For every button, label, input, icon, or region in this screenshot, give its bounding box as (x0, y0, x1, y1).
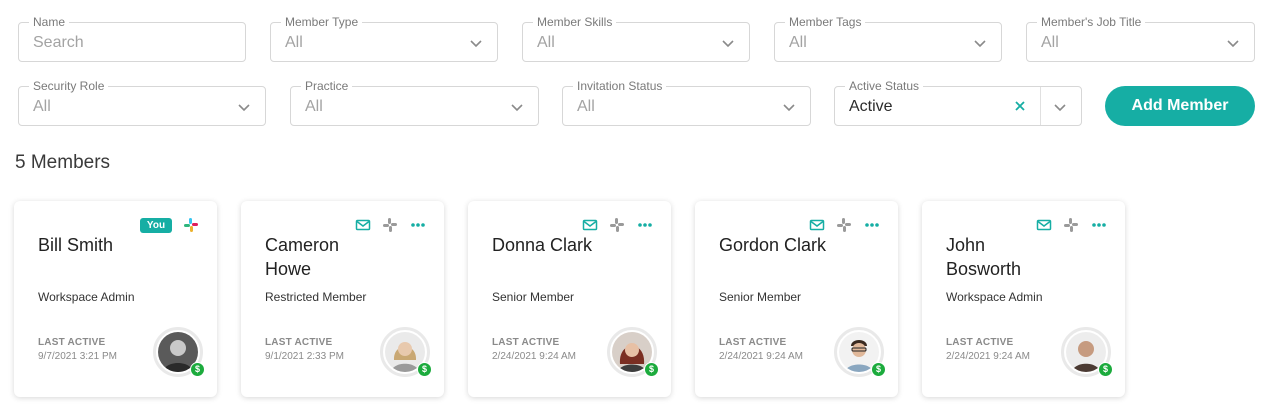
slack-icon[interactable] (183, 217, 199, 233)
member-type-value: All (285, 34, 303, 51)
member-skills-filter[interactable]: Member Skills All (522, 15, 750, 62)
member-card[interactable]: John Bosworth Workspace Admin LAST ACTIV… (922, 201, 1125, 397)
last-active-date: 9/7/2021 3:21 PM (38, 351, 117, 362)
member-role: Senior Member (492, 290, 575, 304)
member-name[interactable]: John Bosworth (946, 233, 1056, 281)
member-name[interactable]: Donna Clark (492, 233, 602, 257)
active-status-filter[interactable]: Active Status Active (834, 79, 1082, 126)
last-active-label: LAST ACTIVE (38, 337, 106, 348)
chevron-down-icon[interactable] (973, 36, 987, 50)
invitation-status-label: Invitation Status (573, 79, 667, 93)
more-icon[interactable] (410, 217, 426, 233)
member-tags-value: All (789, 34, 807, 51)
invitation-status-value: All (577, 98, 595, 115)
clear-icon[interactable] (1013, 99, 1027, 113)
billing-dollar-icon: $ (871, 362, 886, 377)
security-role-value: All (33, 98, 51, 115)
name-filter-label: Name (29, 15, 70, 29)
slack-icon[interactable] (609, 217, 625, 233)
more-icon[interactable] (1091, 217, 1107, 233)
billing-dollar-icon: $ (644, 362, 659, 377)
practice-filter[interactable]: Practice All (290, 79, 539, 126)
avatar[interactable]: $ (380, 327, 432, 377)
member-card[interactable]: You Bill Smith Workspace Admin LAST ACTI… (14, 201, 217, 397)
last-active-label: LAST ACTIVE (719, 337, 787, 348)
last-active-label: LAST ACTIVE (492, 337, 560, 348)
member-name[interactable]: Cameron Howe (265, 233, 375, 281)
security-role-label: Security Role (29, 79, 109, 93)
slack-icon[interactable] (1063, 217, 1079, 233)
practice-label: Practice (301, 79, 353, 93)
member-role: Senior Member (719, 290, 802, 304)
more-icon[interactable] (637, 217, 653, 233)
member-skills-label: Member Skills (533, 15, 617, 29)
last-active-date: 9/1/2021 2:33 PM (265, 351, 344, 362)
member-skills-value: All (537, 34, 555, 51)
member-tags-filter[interactable]: Member Tags All (774, 15, 1002, 62)
job-title-filter[interactable]: Member's Job Title All (1026, 15, 1255, 62)
mail-icon[interactable] (809, 217, 825, 233)
avatar[interactable]: $ (1061, 327, 1113, 377)
member-card[interactable]: Gordon Clark Senior Member LAST ACTIVE 2… (695, 201, 898, 397)
member-type-filter[interactable]: Member Type All (270, 15, 498, 62)
practice-value: All (305, 98, 323, 115)
avatar[interactable]: $ (834, 327, 886, 377)
job-title-value: All (1041, 34, 1059, 51)
chevron-down-icon[interactable] (237, 100, 251, 114)
member-role: Restricted Member (265, 290, 367, 304)
field-divider (1040, 87, 1041, 125)
member-tags-label: Member Tags (785, 15, 866, 29)
name-filter[interactable]: Name Search (18, 15, 246, 62)
last-active-label: LAST ACTIVE (265, 337, 333, 348)
member-name[interactable]: Gordon Clark (719, 233, 829, 257)
more-icon[interactable] (864, 217, 880, 233)
active-status-label: Active Status (845, 79, 924, 93)
add-member-button[interactable]: Add Member (1105, 86, 1255, 126)
last-active-date: 2/24/2021 9:24 AM (946, 351, 1030, 362)
billing-dollar-icon: $ (417, 362, 432, 377)
you-badge: You (140, 218, 172, 233)
member-role: Workspace Admin (946, 290, 1043, 304)
chevron-down-icon[interactable] (510, 100, 524, 114)
name-search-input[interactable]: Search (33, 33, 84, 53)
avatar[interactable]: $ (153, 327, 205, 377)
slack-icon[interactable] (836, 217, 852, 233)
chevron-down-icon[interactable] (782, 100, 796, 114)
last-active-date: 2/24/2021 9:24 AM (719, 351, 803, 362)
member-type-label: Member Type (281, 15, 363, 29)
chevron-down-icon[interactable] (721, 36, 735, 50)
member-card[interactable]: Donna Clark Senior Member LAST ACTIVE 2/… (468, 201, 671, 397)
mail-icon[interactable] (355, 217, 371, 233)
chevron-down-icon[interactable] (1226, 36, 1240, 50)
chevron-down-icon[interactable] (1053, 100, 1067, 114)
active-status-value: Active (849, 98, 893, 115)
mail-icon[interactable] (1036, 217, 1052, 233)
billing-dollar-icon: $ (190, 362, 205, 377)
member-role: Workspace Admin (38, 290, 135, 304)
member-count: 5 Members (15, 152, 111, 173)
invitation-status-filter[interactable]: Invitation Status All (562, 79, 811, 126)
billing-dollar-icon: $ (1098, 362, 1113, 377)
job-title-label: Member's Job Title (1037, 15, 1146, 29)
avatar[interactable]: $ (607, 327, 659, 377)
security-role-filter[interactable]: Security Role All (18, 79, 266, 126)
member-name[interactable]: Bill Smith (38, 233, 148, 257)
chevron-down-icon[interactable] (469, 36, 483, 50)
slack-icon[interactable] (382, 217, 398, 233)
last-active-label: LAST ACTIVE (946, 337, 1014, 348)
last-active-date: 2/24/2021 9:24 AM (492, 351, 576, 362)
member-card[interactable]: Cameron Howe Restricted Member LAST ACTI… (241, 201, 444, 397)
mail-icon[interactable] (582, 217, 598, 233)
